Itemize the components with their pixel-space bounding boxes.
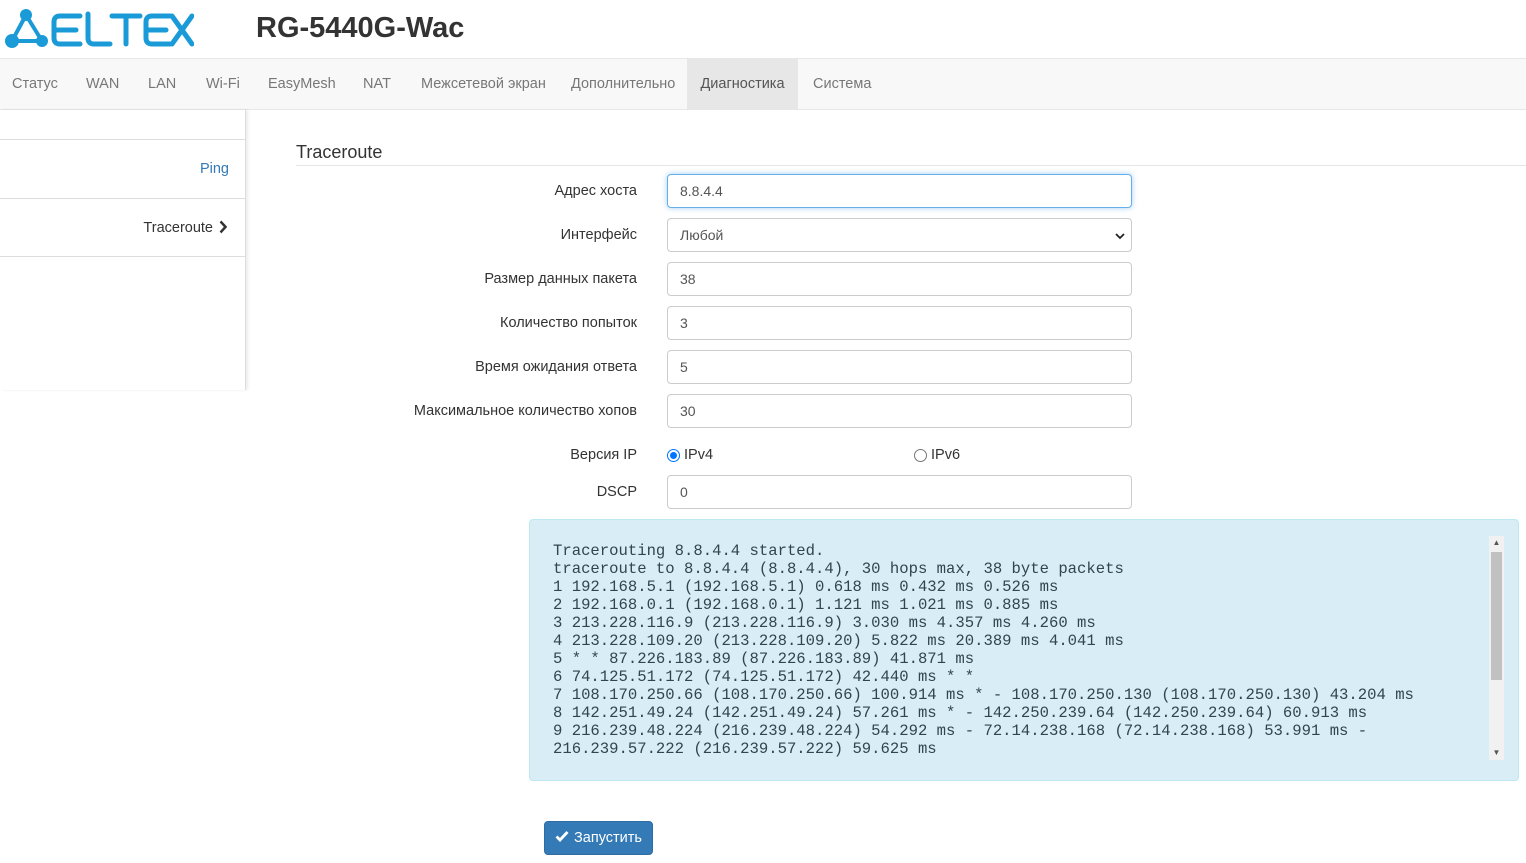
run-button[interactable]: Запустить (544, 821, 653, 855)
scroll-down-arrow-icon[interactable]: ▼ (1489, 746, 1504, 760)
dscp-input[interactable]: 0 (667, 475, 1132, 509)
max-hops-input[interactable]: 30 (667, 394, 1132, 428)
tab-firewall[interactable]: Межсетевой экран (406, 59, 561, 109)
timeout-label: Время ожидания ответа (475, 359, 637, 375)
side-item-label: Traceroute (143, 220, 213, 236)
side-menu: Ping Traceroute (0, 110, 246, 390)
output-line: 1 192.168.5.1 (192.168.5.1) 0.618 ms 0.4… (553, 578, 1059, 596)
side-item-ping[interactable]: Ping (0, 139, 245, 198)
attempts-label: Количество попыток (500, 315, 637, 331)
output-line: 3 213.228.116.9 (213.228.116.9) 3.030 ms… (553, 614, 1096, 632)
output-line: 2 192.168.0.1 (192.168.0.1) 1.121 ms 1.0… (553, 596, 1059, 614)
max-hops-label: Максимальное количество хопов (413, 403, 637, 419)
output-line: 7 108.170.250.66 (108.170.250.66) 100.91… (553, 686, 1414, 704)
side-item-label: Ping (199, 161, 229, 177)
radio-unchecked-icon[interactable] (914, 448, 927, 462)
ipv6-label: IPv6 (931, 447, 961, 463)
output-line: 9 216.239.48.224 (216.239.48.224) 54.292… (553, 722, 1368, 740)
interface-select[interactable]: Любой (667, 218, 1132, 252)
chevron-right-icon (219, 196, 228, 260)
attempts-input[interactable]: 3 (667, 306, 1132, 340)
eltex-logo[interactable] (4, 6, 194, 50)
tab-advanced[interactable]: Дополнительно (556, 59, 690, 109)
ipv6-radio[interactable]: IPv6 (914, 447, 960, 463)
packet-size-label: Размер данных пакета (484, 271, 637, 287)
run-button-label: Запустить (574, 830, 642, 846)
output-line: Tracerouting 8.8.4.4 started. (553, 542, 825, 560)
output-line: 6 74.125.51.172 (74.125.51.172) 42.440 m… (553, 668, 975, 686)
main-nav: Статус WAN LAN Wi-Fi EasyMesh NAT Межсет… (0, 58, 1526, 110)
traceroute-output-text: Tracerouting 8.8.4.4 started. traceroute … (553, 542, 1483, 760)
header: RG-5440G-Wac (0, 0, 1526, 58)
ipv4-radio[interactable]: IPv4 (667, 447, 713, 463)
tab-nat[interactable]: NAT (348, 59, 406, 109)
dscp-label: DSCP (596, 484, 637, 500)
output-line: 4 213.228.109.20 (213.228.109.20) 5.822 … (553, 632, 1124, 650)
ipv4-label: IPv4 (684, 447, 714, 463)
output-line: 216.239.57.222 (216.239.57.222) 59.625 m… (553, 740, 937, 758)
interface-label: Интерфейс (560, 227, 637, 243)
output-line: 5 * * 87.226.183.89 (87.226.183.89) 41.8… (553, 650, 975, 668)
tab-lan[interactable]: LAN (133, 59, 191, 109)
radio-checked-icon[interactable] (667, 448, 680, 462)
tab-system[interactable]: Система (798, 59, 886, 109)
tab-easymesh[interactable]: EasyMesh (253, 59, 351, 109)
traceroute-output[interactable]: Tracerouting 8.8.4.4 started. traceroute … (529, 519, 1519, 781)
host-label: Адрес хоста (554, 183, 637, 199)
output-line: traceroute to 8.8.4.4 (8.8.4.4), 30 hops… (553, 560, 1124, 578)
scroll-thumb[interactable] (1491, 552, 1502, 680)
packet-size-input[interactable]: 38 (667, 262, 1132, 296)
tab-diagnostics[interactable]: Диагностика (687, 59, 798, 109)
output-line: 8 142.251.49.24 (142.251.49.24) 57.261 m… (553, 704, 1368, 722)
side-item-traceroute[interactable]: Traceroute (0, 198, 245, 257)
tab-wifi[interactable]: Wi-Fi (191, 59, 255, 109)
output-scrollbar[interactable]: ▲ ▼ (1489, 536, 1504, 760)
page-title: Traceroute (296, 142, 383, 162)
check-icon (555, 830, 569, 846)
interface-selected-value: Любой (680, 227, 724, 243)
tab-status[interactable]: Статус (0, 59, 73, 109)
tab-wan[interactable]: WAN (71, 59, 134, 109)
title-divider (296, 165, 1526, 166)
host-input[interactable]: 8.8.4.4 (667, 174, 1132, 208)
ip-version-label: Версия IP (570, 447, 637, 463)
device-model: RG-5440G-Wac (256, 12, 465, 44)
timeout-input[interactable]: 5 (667, 350, 1132, 384)
chevron-down-icon (1115, 219, 1125, 251)
scroll-up-arrow-icon[interactable]: ▲ (1489, 536, 1504, 550)
